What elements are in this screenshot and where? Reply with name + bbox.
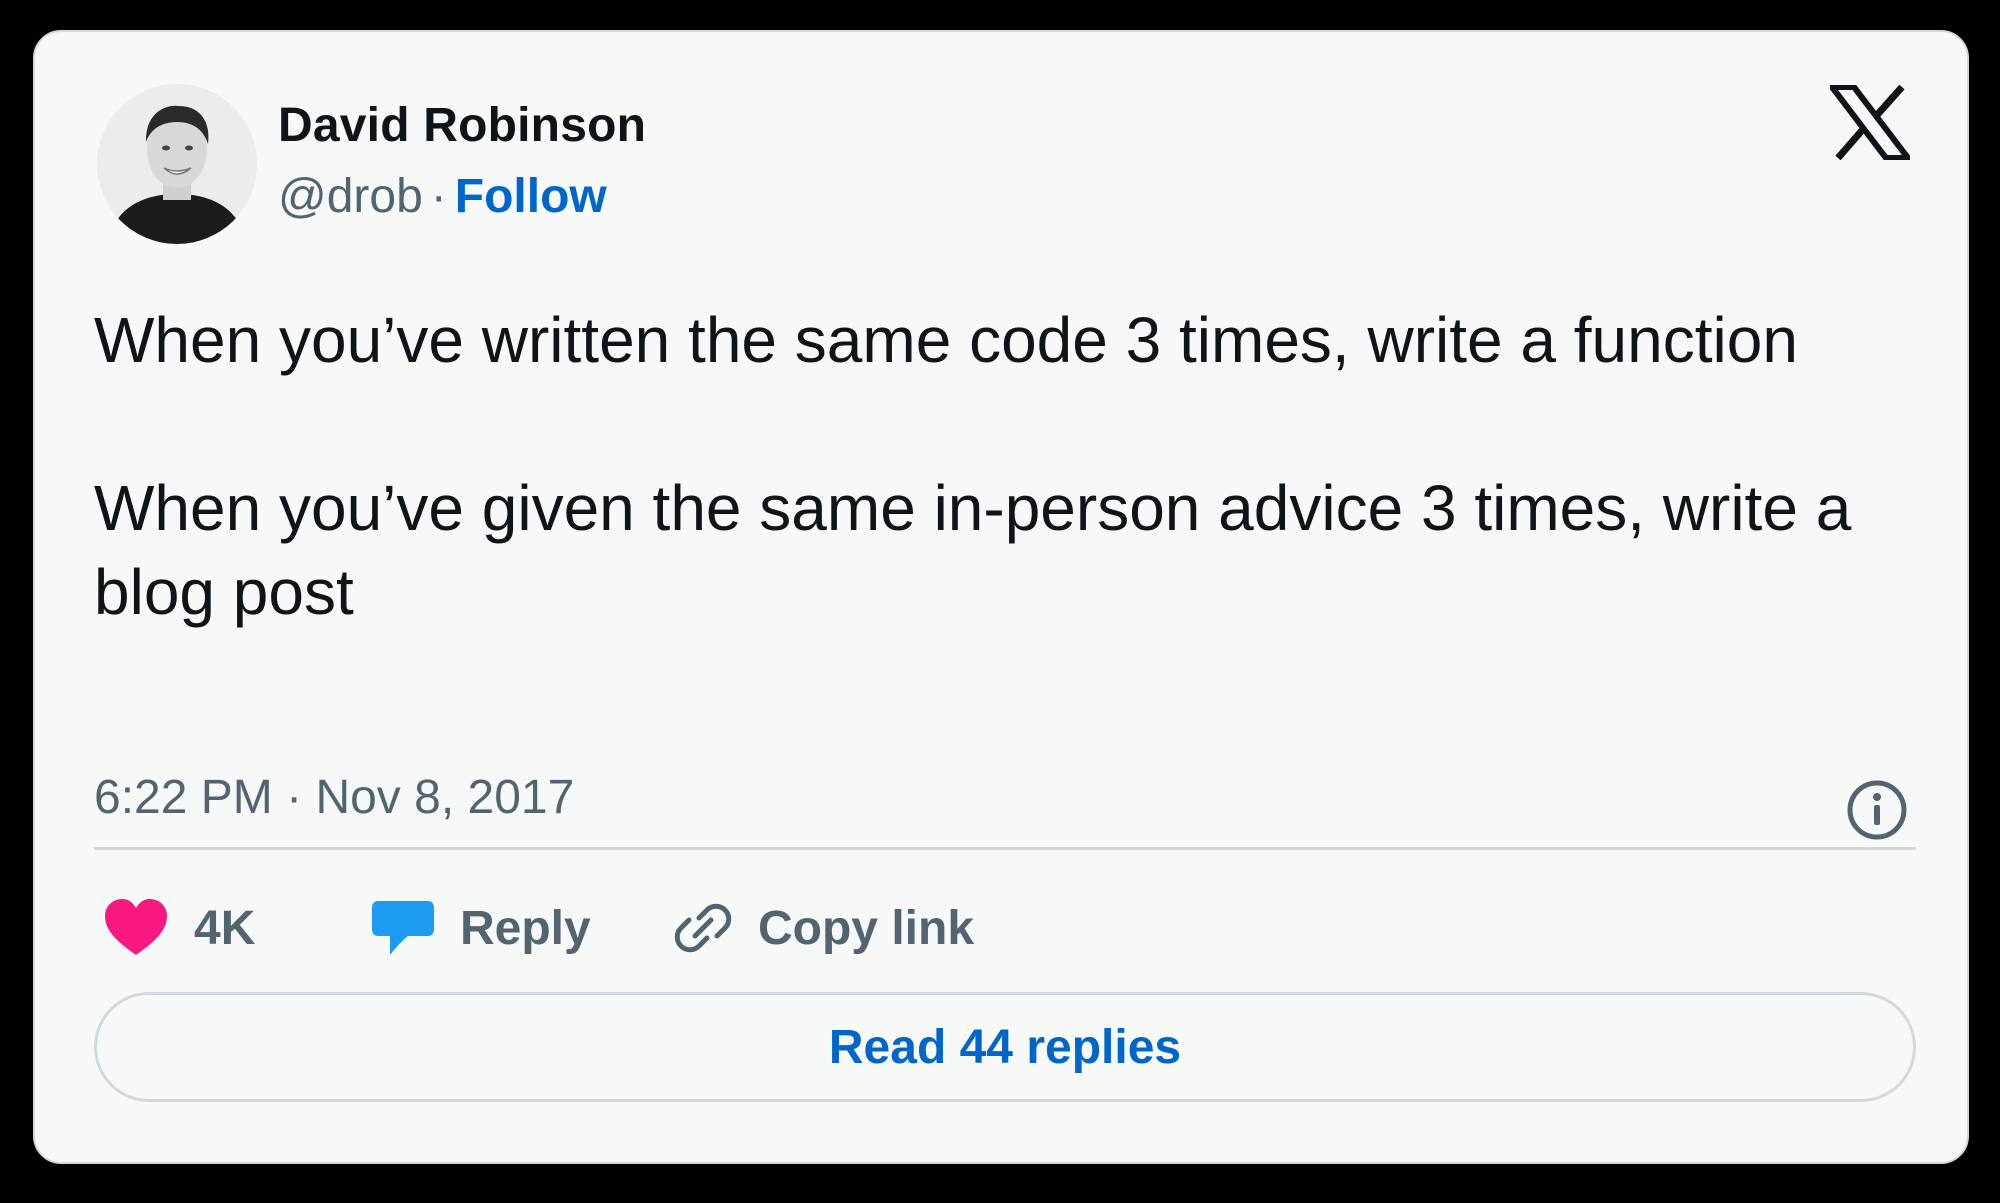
handle-separator: · — [430, 170, 447, 223]
tweet-date: Nov 8, 2017 — [315, 771, 575, 824]
link-icon — [674, 903, 732, 953]
author-name[interactable]: David Robinson — [278, 98, 646, 153]
read-replies-button[interactable]: Read 44 replies — [94, 992, 1916, 1102]
x-logo-icon[interactable] — [1830, 85, 1910, 160]
like-button[interactable]: 4K — [102, 892, 255, 964]
copy-link-label: Copy link — [758, 901, 975, 955]
like-count: 4K — [194, 901, 256, 955]
tweet-text: When you’ve written the same code 3 time… — [94, 298, 1894, 634]
tweet-timestamp[interactable]: 6:22 PM · Nov 8, 2017 — [94, 770, 574, 825]
avatar-photo — [97, 84, 257, 244]
timestamp-separator: · — [286, 771, 303, 824]
tweet-paragraph: When you’ve written the same code 3 time… — [94, 304, 1798, 376]
speech-bubble-icon — [372, 901, 434, 955]
follow-button[interactable]: Follow — [455, 170, 607, 223]
tweet-paragraph: When you’ve given the same in-person adv… — [94, 472, 1852, 628]
tweet-card: David Robinson @drob · Follow When you’ve … — [33, 30, 1969, 1164]
info-icon[interactable] — [1845, 778, 1909, 842]
author-handle-row: @drob · Follow — [278, 169, 607, 224]
copy-link-button[interactable]: Copy link — [672, 892, 974, 964]
tweet-time: 6:22 PM — [94, 771, 273, 824]
reply-label: Reply — [460, 901, 591, 955]
divider — [94, 847, 1916, 850]
reply-button[interactable]: Reply — [370, 892, 591, 964]
heart-icon — [105, 899, 167, 955]
avatar[interactable] — [97, 84, 257, 244]
author-handle[interactable]: @drob — [278, 170, 423, 223]
